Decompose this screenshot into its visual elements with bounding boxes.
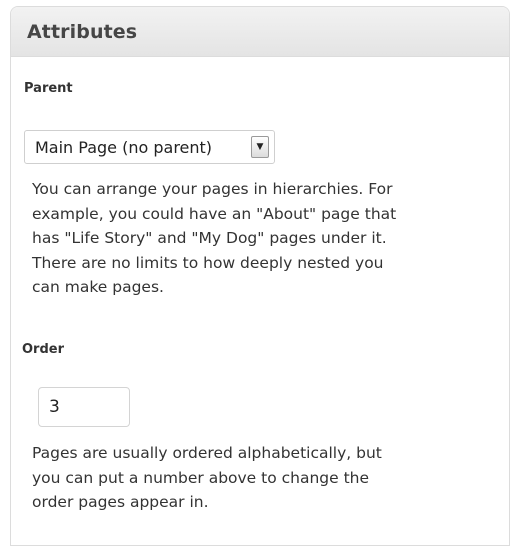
attributes-panel: Attributes Parent Main Page (no parent) … <box>10 6 510 546</box>
panel-title: Attributes <box>27 21 138 43</box>
order-input[interactable] <box>38 387 130 427</box>
parent-help-line: You can arrange your pages in hierarchie… <box>32 180 393 198</box>
chevron-down-icon[interactable]: ▼ <box>251 136 269 158</box>
order-help-line: Pages are usually ordered alphabetically… <box>32 444 382 462</box>
parent-help-text: You can arrange your pages in hierarchie… <box>32 177 396 300</box>
parent-help-line: can make pages. <box>32 278 164 296</box>
order-help-line: order pages appear in. <box>32 493 209 511</box>
parent-select[interactable]: Main Page (no parent) ▼ <box>24 130 275 164</box>
panel-header[interactable]: Attributes <box>11 7 509 57</box>
parent-help-line: has "Life Story" and "My Dog" pages unde… <box>32 229 387 247</box>
order-help-text: Pages are usually ordered alphabetically… <box>32 441 382 515</box>
parent-select-value: Main Page (no parent) <box>35 137 213 157</box>
order-label: Order <box>22 342 64 357</box>
parent-help-line: There are no limits to how deeply nested… <box>32 253 384 272</box>
parent-label: Parent <box>24 81 73 96</box>
parent-help-line: example, you could have an "About" page … <box>32 204 397 223</box>
order-help-line: you can put a number above to change the <box>32 468 370 487</box>
